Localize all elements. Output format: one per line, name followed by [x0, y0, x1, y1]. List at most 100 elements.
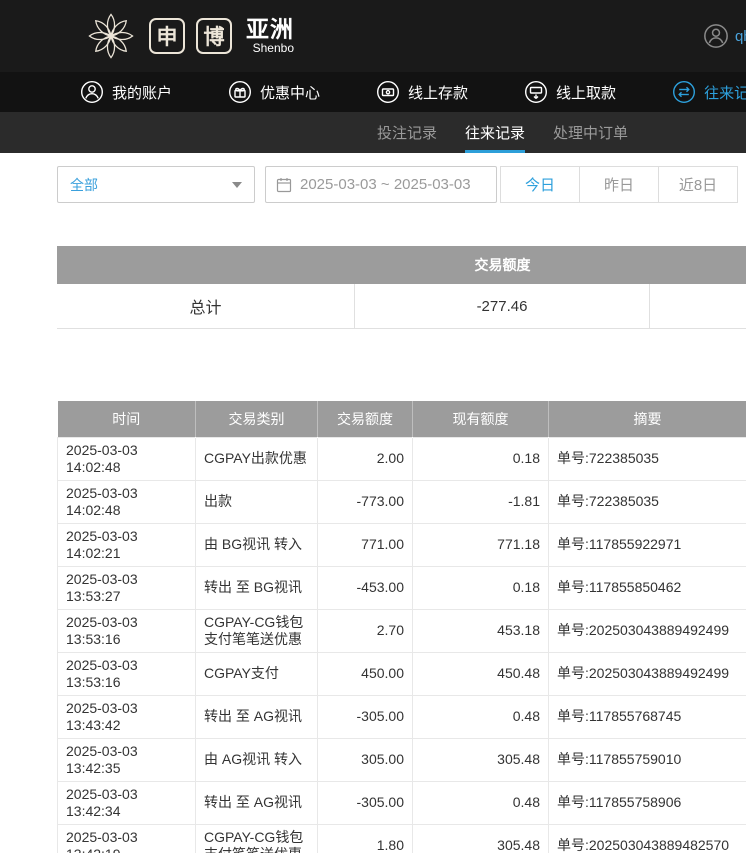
cell-summary: 单号:202503043889492499 [549, 609, 746, 652]
table-row: 2025-03-03 13:53:27 转出 至 BG视讯 -453.00 0.… [58, 566, 746, 609]
username-label: qhh [735, 28, 746, 45]
cell-balance: 305.48 [413, 824, 549, 853]
nav-item-records[interactable]: 往来记录 [672, 80, 746, 104]
tab-processing-orders[interactable]: 处理中订单 [553, 112, 628, 153]
cell-balance: -1.81 [413, 480, 549, 523]
col-header-summary: 摘要 [549, 401, 746, 437]
cell-time: 2025-03-03 14:02:21 [58, 523, 196, 566]
table-row: 2025-03-03 14:02:21 由 BG视讯 转入 771.00 771… [58, 523, 746, 566]
yesterday-button[interactable]: 昨日 [579, 166, 659, 203]
table-row: 2025-03-03 14:02:48 出款 -773.00 -1.81 单号:… [58, 480, 746, 523]
summary-table: 交易额度 总计 -277.46 [57, 246, 746, 329]
cell-amount: -773.00 [318, 480, 413, 523]
records-icon [672, 80, 696, 104]
summary-header-row: 交易额度 [57, 246, 746, 284]
cell-balance: 305.48 [413, 738, 549, 781]
cell-type: CGPAY支付 [196, 652, 318, 695]
cell-balance: 450.48 [413, 652, 549, 695]
cell-type: 由 BG视讯 转入 [196, 523, 318, 566]
tab-bet-records[interactable]: 投注记录 [377, 112, 437, 153]
chevron-down-icon [232, 182, 254, 188]
col-header-balance: 现有额度 [413, 401, 549, 437]
cell-summary: 单号:117855768745 [549, 695, 746, 738]
cell-time: 2025-03-03 14:02:48 [58, 437, 196, 480]
nav-item-label: 线上取款 [556, 82, 616, 103]
cell-amount: 305.00 [318, 738, 413, 781]
account-icon [80, 80, 104, 104]
brand-subtitle: Shenbo [253, 42, 294, 55]
table-header-row: 时间 交易类别 交易额度 现有额度 摘要 [58, 401, 746, 437]
cell-time: 2025-03-03 13:43:42 [58, 695, 196, 738]
summary-total-row: 总计 -277.46 [57, 284, 746, 329]
calendar-icon [276, 177, 292, 193]
cell-time: 2025-03-03 13:42:34 [58, 781, 196, 824]
cell-amount: -305.00 [318, 695, 413, 738]
sub-nav: 投注记录 往来记录 处理中订单 [0, 112, 746, 153]
tab-transaction-records[interactable]: 往来记录 [465, 112, 525, 153]
nav-item-promotions[interactable]: 优惠中心 [228, 80, 320, 104]
nav-item-withdraw[interactable]: 线上取款 [524, 80, 616, 104]
cell-balance: 0.48 [413, 781, 549, 824]
cell-amount: 2.70 [318, 609, 413, 652]
cell-summary: 单号:117855850462 [549, 566, 746, 609]
cell-time: 2025-03-03 13:53:27 [58, 566, 196, 609]
nav-item-label: 我的账户 [112, 82, 172, 103]
cell-summary: 单号:117855759010 [549, 738, 746, 781]
col-header-amount: 交易额度 [318, 401, 413, 437]
cell-type: CGPAY-CG钱包支付笔笔送优惠 [196, 609, 318, 652]
nav-item-deposit[interactable]: 线上存款 [376, 80, 468, 104]
cell-summary: 单号:202503043889482570 [549, 824, 746, 853]
cell-summary: 单号:117855922971 [549, 523, 746, 566]
quick-date-buttons: 今日 昨日 近8日 [501, 166, 738, 203]
cell-balance: 0.18 [413, 566, 549, 609]
cell-time: 2025-03-03 13:42:35 [58, 738, 196, 781]
last-8-days-button[interactable]: 近8日 [658, 166, 738, 203]
cell-balance: 0.48 [413, 695, 549, 738]
cell-amount: 450.00 [318, 652, 413, 695]
deposit-icon [376, 80, 400, 104]
date-range-value: 2025-03-03 ~ 2025-03-03 [300, 176, 471, 193]
nav-item-label: 往来记录 [704, 82, 746, 103]
cell-time: 2025-03-03 14:02:48 [58, 480, 196, 523]
cell-time: 2025-03-03 13:53:16 [58, 652, 196, 695]
type-filter-select[interactable]: 全部 [57, 166, 255, 203]
cell-amount: 1.80 [318, 824, 413, 853]
nav-item-label: 优惠中心 [260, 82, 320, 103]
promo-icon [228, 80, 252, 104]
select-value: 全部 [58, 175, 98, 195]
today-button[interactable]: 今日 [500, 166, 580, 203]
col-header-type: 交易类别 [196, 401, 318, 437]
cell-amount: -305.00 [318, 781, 413, 824]
cell-balance: 0.18 [413, 437, 549, 480]
summary-header-label: 交易额度 [355, 255, 650, 275]
transactions-table-body: 2025-03-03 14:02:48 CGPAY出款优惠 2.00 0.18 … [58, 437, 746, 853]
table-row: 2025-03-03 13:42:35 由 AG视讯 转入 305.00 305… [58, 738, 746, 781]
table-row: 2025-03-03 14:02:48 CGPAY出款优惠 2.00 0.18 … [58, 437, 746, 480]
cell-amount: 2.00 [318, 437, 413, 480]
user-menu[interactable]: qhh [703, 23, 746, 49]
brand-region-label: 亚洲 [246, 17, 294, 42]
table-row: 2025-03-03 13:42:19 CGPAY-CG钱包支付笔笔送优惠 1.… [58, 824, 746, 853]
cell-summary: 单号:117855758906 [549, 781, 746, 824]
cell-time: 2025-03-03 13:42:19 [58, 824, 196, 853]
table-row: 2025-03-03 13:43:42 转出 至 AG视讯 -305.00 0.… [58, 695, 746, 738]
top-header: 申 博 亚洲 Shenbo qhh [0, 0, 746, 72]
cell-type: CGPAY出款优惠 [196, 437, 318, 480]
cell-amount: -453.00 [318, 566, 413, 609]
table-row: 2025-03-03 13:53:16 CGPAY-CG钱包支付笔笔送优惠 2.… [58, 609, 746, 652]
cell-type: CGPAY-CG钱包支付笔笔送优惠 [196, 824, 318, 853]
cell-balance: 453.18 [413, 609, 549, 652]
nav-item-account[interactable]: 我的账户 [80, 80, 172, 104]
brand-logo[interactable]: 申 博 亚洲 Shenbo [84, 9, 294, 63]
cell-type: 转出 至 AG视讯 [196, 781, 318, 824]
flower-logo-icon [84, 9, 138, 63]
date-range-picker[interactable]: 2025-03-03 ~ 2025-03-03 [265, 166, 497, 203]
table-row: 2025-03-03 13:42:34 转出 至 AG视讯 -305.00 0.… [58, 781, 746, 824]
summary-total-value: -277.46 [355, 284, 650, 328]
summary-empty-cell [650, 284, 746, 328]
cell-amount: 771.00 [318, 523, 413, 566]
cell-type: 出款 [196, 480, 318, 523]
cell-type: 由 AG视讯 转入 [196, 738, 318, 781]
col-header-time: 时间 [58, 401, 196, 437]
cell-type: 转出 至 BG视讯 [196, 566, 318, 609]
